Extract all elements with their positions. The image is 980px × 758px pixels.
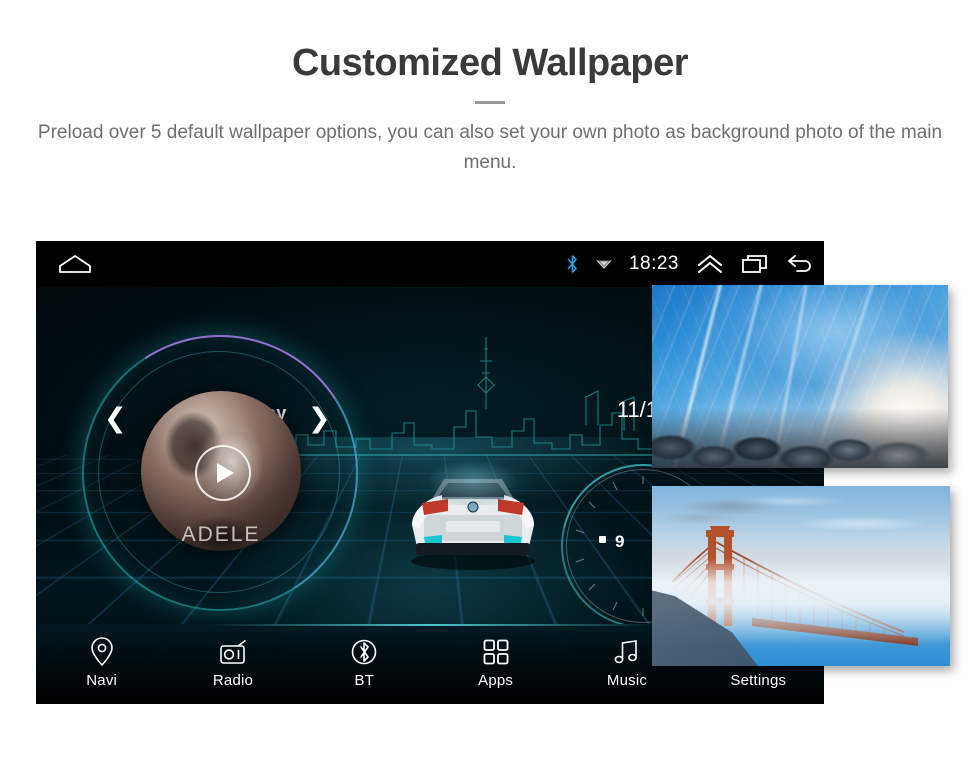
chevron-double-up-icon[interactable] — [696, 254, 724, 274]
radio-icon — [218, 635, 248, 669]
page-subtitle: Preload over 5 default wallpaper options… — [37, 121, 943, 173]
music-note-icon — [612, 635, 642, 669]
car-glow — [396, 425, 550, 505]
play-icon — [217, 463, 234, 483]
ice-cave-rocks — [652, 408, 948, 468]
dock-label-music: Music — [606, 672, 648, 689]
dock-label-settings: Settings — [730, 672, 787, 689]
dock-label-apps: Apps — [478, 672, 514, 689]
home-icon — [59, 255, 91, 273]
previous-track-button[interactable]: ❮ — [104, 405, 127, 432]
dock-label-bt: BT — [354, 672, 375, 689]
album-art-widget[interactable]: ADELE — [141, 391, 301, 551]
status-bar: 18:23 — [36, 241, 824, 287]
album-artist-label: ADELE — [181, 523, 261, 546]
dock-label-radio: Radio — [212, 672, 254, 689]
gauge-dot — [599, 536, 606, 543]
status-bar-right-group: 18:23 — [549, 241, 814, 287]
grid-apps-icon — [482, 635, 510, 669]
golden-gate-bridge-wallpaper[interactable] — [652, 486, 950, 666]
ice-cave-wallpaper[interactable] — [652, 285, 948, 468]
home-button[interactable] — [58, 254, 92, 279]
page-title: Customized Wallpaper — [291, 42, 689, 84]
bluetooth-icon — [350, 635, 378, 669]
play-button[interactable] — [195, 445, 251, 501]
status-time: 18:23 — [628, 253, 679, 274]
location-pin-icon — [89, 635, 115, 669]
dock-item-bt[interactable]: BT — [299, 624, 430, 689]
dock-label-navi: Navi — [86, 672, 118, 689]
next-track-button[interactable]: ❯ — [308, 405, 331, 432]
signal-icon — [596, 260, 612, 269]
recents-icon[interactable] — [741, 254, 769, 274]
header: Customized Wallpaper Preload over 5 defa… — [0, 0, 980, 178]
title-divider — [475, 100, 505, 104]
back-icon[interactable] — [786, 254, 814, 274]
bluetooth-icon — [567, 255, 577, 273]
gauge-value: 9 — [615, 532, 625, 551]
car-illustration — [388, 425, 558, 571]
dock-item-navi[interactable]: Navi — [36, 624, 167, 689]
dock-item-radio[interactable]: Radio — [167, 624, 298, 689]
dock-item-apps[interactable]: Apps — [430, 624, 561, 689]
